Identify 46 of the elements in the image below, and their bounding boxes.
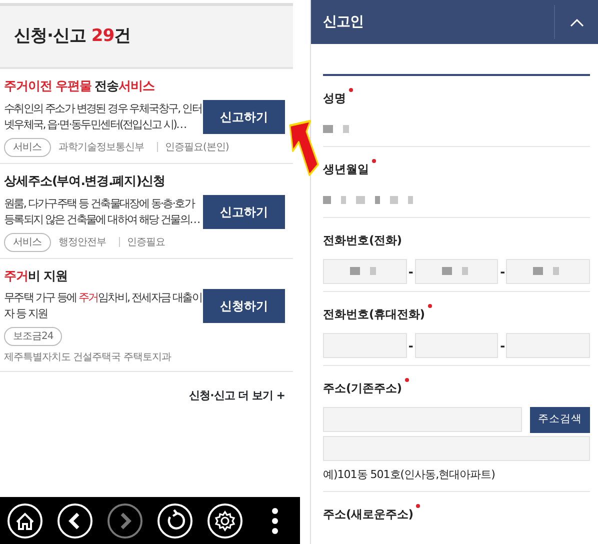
field-label: 성명 [323, 90, 346, 108]
dash-label: - [499, 264, 506, 280]
service-description: 무주택 가구 등에 주거임차비, 전세자금 대출이자 등 지원 [4, 290, 202, 322]
more-link[interactable]: 신청·신고 더 보기 + [189, 389, 285, 402]
input-field[interactable] [506, 333, 590, 358]
field-label: 전화번호(휴대전화) [323, 306, 425, 324]
service-tag: 서비스 [4, 138, 50, 157]
home-icon[interactable] [7, 502, 43, 538]
dash-label: - [499, 338, 506, 354]
address-search-button[interactable]: 주소검색 [530, 407, 590, 433]
auth-label: 인증필요 [127, 236, 165, 250]
input-field[interactable] [323, 259, 407, 284]
service-title: 주거이전 우편물 전송서비스 [4, 77, 156, 95]
field-label: 생년월일 [323, 161, 369, 178]
input-field[interactable] [323, 333, 407, 358]
arrow-drawing [288, 118, 320, 178]
apply-button[interactable]: 신청하기 [203, 289, 285, 324]
settings-icon[interactable] [207, 502, 243, 538]
dash-label: - [407, 264, 414, 280]
apply-button[interactable]: 신고하기 [203, 194, 285, 228]
back-icon[interactable] [57, 502, 93, 538]
service-tag: 보조금24 [4, 327, 62, 346]
section-title: 신고인 [322, 12, 364, 32]
service-title: 상세주소(부여.변경.폐지)신청 [4, 172, 166, 190]
field-label: 주소(새로운주소) [323, 506, 414, 523]
apply-button[interactable]: 신고하기 [203, 100, 285, 134]
list-title: 신청·신고 29건 [14, 24, 131, 48]
refresh-icon[interactable] [157, 502, 193, 538]
input-field[interactable] [323, 407, 522, 432]
input-field[interactable] [414, 333, 498, 358]
field-label: 주소(기존주소) [323, 380, 402, 398]
dash-label: - [407, 338, 414, 354]
service-description: 수취인의 주소가 변경된 경우 우체국창구, 인터넷우체국, 읍·면·동두민센터(전입신고 시)… [4, 100, 202, 133]
field-label: 전화번호(전화) [323, 232, 402, 249]
agency-label: 제주특별자치도 건설주택국 주택토지과 [4, 351, 172, 366]
auth-label: 인증필요(본인) [165, 140, 229, 155]
service-description: 원룸, 다가구주택 등 건축물대장에 동·층·호가 등록되지 않은 건축물에 대하여 해당 건물의… [4, 196, 200, 228]
hint-text: 예)101동 501호(인사동,현대아파트) [323, 467, 496, 483]
input-field[interactable] [414, 259, 498, 284]
agency-label: 행정안전부 [58, 236, 106, 250]
chevron-up-icon [570, 18, 584, 27]
service-title: 주거비 지원 [4, 266, 68, 284]
input-field[interactable] [323, 436, 590, 461]
agency-label: 과학기술정보통신부 [58, 140, 144, 155]
input-field[interactable] [506, 259, 590, 284]
service-tag: 서비스 [4, 232, 50, 252]
